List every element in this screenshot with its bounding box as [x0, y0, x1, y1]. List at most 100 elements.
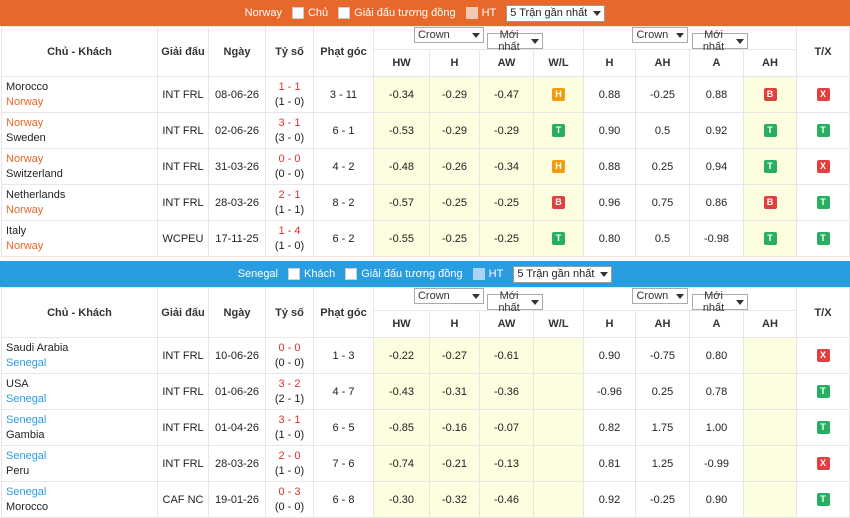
bottom-select-value: 5 Trận gần nhất	[517, 268, 595, 280]
checkbox-icon[interactable]	[291, 7, 304, 19]
home-odds: -0.96	[583, 373, 636, 410]
score-cell[interactable]: 1 - 1 (1 - 0)	[265, 76, 314, 113]
home-odds: 0.81	[583, 445, 636, 482]
checkbox-icon[interactable]	[465, 7, 478, 19]
away-team[interactable]: Senegal	[6, 356, 157, 371]
home-team[interactable]: Norway	[6, 116, 157, 131]
bottom-opt1-toggle[interactable]: Khách	[288, 268, 335, 280]
home-team[interactable]: Netherlands	[6, 188, 157, 203]
odds-time-select[interactable]: Mới nhất	[691, 29, 748, 53]
score-cell[interactable]: 0 - 0 (0 - 0)	[265, 337, 314, 374]
bottom-match-count-select[interactable]: 5 Trận gần nhất	[513, 265, 613, 283]
ah-badge: T	[763, 124, 777, 137]
top-match-count-select[interactable]: 5 Trận gần nhất	[506, 4, 606, 22]
score-cell[interactable]: 3 - 1 (3 - 0)	[265, 112, 314, 149]
half-time-score: (0 - 0)	[274, 500, 305, 513]
away-team[interactable]: Sweden	[6, 131, 157, 146]
odds-time-select[interactable]: Mới nhất	[691, 290, 748, 314]
home-team[interactable]: Senegal	[6, 485, 157, 500]
checkbox-icon[interactable]	[472, 268, 485, 280]
col-tx: T/X	[796, 287, 850, 338]
h-odds: -0.25	[429, 220, 480, 257]
match-teams: Norway Switzerland	[1, 148, 158, 185]
h-odds: -0.29	[429, 76, 480, 113]
ah-result-cell	[743, 373, 797, 410]
bookmaker-select[interactable]: Crown	[413, 288, 484, 304]
odds-time-select[interactable]: Mới nhất	[487, 290, 544, 314]
checkbox-icon[interactable]	[338, 7, 351, 19]
tx-cell: T	[796, 184, 850, 221]
away-odds: 0.80	[689, 337, 744, 374]
league-cell: CAF NC	[157, 481, 209, 518]
home-team[interactable]: Senegal	[6, 449, 157, 464]
away-team[interactable]: Senegal	[6, 392, 157, 407]
chevron-down-icon	[600, 271, 609, 277]
score-cell[interactable]: 2 - 0 (1 - 0)	[265, 445, 314, 482]
checkbox-icon[interactable]	[345, 268, 358, 280]
handicap-cell: -0.75	[635, 337, 690, 374]
league-cell: INT FRL	[157, 373, 209, 410]
match-teams: Netherlands Norway	[1, 184, 158, 221]
home-team[interactable]: Norway	[6, 152, 157, 167]
date-cell: 08-06-26	[208, 76, 266, 113]
odds-time-select[interactable]: Mới nhất	[487, 29, 544, 53]
score-cell[interactable]: 0 - 3 (0 - 0)	[265, 481, 314, 518]
date-cell: 28-03-26	[208, 184, 266, 221]
tx-cell: X	[796, 337, 850, 374]
home-team[interactable]: Morocco	[6, 80, 157, 95]
date-cell: 31-03-26	[208, 148, 266, 185]
aw-odds: -0.25	[479, 220, 534, 257]
chevron-down-icon	[676, 32, 685, 38]
bookmaker-select[interactable]: Crown	[413, 27, 484, 43]
handicap-cell: -0.25	[635, 481, 690, 518]
bottom-opt3-toggle[interactable]: HT	[472, 268, 503, 280]
away-odds: 0.94	[689, 148, 744, 185]
top-opt2-toggle[interactable]: Giải đấu tương đồng	[338, 7, 456, 19]
away-team[interactable]: Morocco	[6, 500, 157, 515]
handicap-cell: 0.75	[635, 184, 690, 221]
wl-badge: H	[552, 160, 565, 173]
top-opt3-toggle[interactable]: HT	[465, 7, 496, 19]
bookmaker-select[interactable]: Crown	[632, 288, 689, 304]
bookmaker-select[interactable]: Crown	[632, 27, 689, 43]
col-league: Giải đấu	[157, 287, 209, 338]
aw-odds: -0.36	[479, 373, 534, 410]
score-cell[interactable]: 3 - 2 (2 - 1)	[265, 373, 314, 410]
full-time-score: 0 - 3	[278, 485, 301, 498]
away-team[interactable]: Switzerland	[6, 167, 157, 182]
wl-cell	[533, 337, 584, 374]
corner-cell: 6 - 1	[313, 112, 374, 149]
chevron-down-icon	[471, 32, 480, 38]
home-team[interactable]: Italy	[6, 224, 157, 239]
away-team[interactable]: Gambia	[6, 428, 157, 443]
score-cell[interactable]: 2 - 1 (1 - 1)	[265, 184, 314, 221]
col-ah-result: AH	[743, 49, 797, 77]
aw-odds: -0.29	[479, 112, 534, 149]
away-team[interactable]: Norway	[6, 95, 157, 110]
home-team[interactable]: Senegal	[6, 413, 157, 428]
top-opt1-toggle[interactable]: Chủ	[291, 7, 328, 19]
away-team[interactable]: Norway	[6, 203, 157, 218]
tx-badge: T	[816, 232, 830, 245]
handicap-cell: -0.25	[635, 76, 690, 113]
match-teams: Senegal Morocco	[1, 481, 158, 518]
checkbox-icon[interactable]	[288, 268, 300, 280]
home-team[interactable]: Saudi Arabia	[6, 341, 157, 356]
score-cell[interactable]: 1 - 4 (1 - 0)	[265, 220, 314, 257]
tx-badge: X	[816, 457, 830, 470]
ah-badge: B	[763, 196, 777, 209]
away-team[interactable]: Norway	[6, 239, 157, 254]
tx-badge: X	[816, 160, 830, 173]
bottom-opt2-toggle[interactable]: Giải đấu tương đồng	[345, 268, 463, 280]
col-score: Tỷ số	[265, 26, 314, 77]
home-team[interactable]: USA	[6, 377, 157, 392]
date-cell: 01-06-26	[208, 373, 266, 410]
top-results-table: Chủ - Khách Giải đấu Ngày Tỷ số Phạt góc…	[1, 26, 850, 257]
score-cell[interactable]: 0 - 0 (0 - 0)	[265, 148, 314, 185]
score-cell[interactable]: 3 - 1 (1 - 0)	[265, 409, 314, 446]
away-team[interactable]: Peru	[6, 464, 157, 479]
wl-cell: T	[533, 220, 584, 257]
tx-badge: T	[816, 493, 830, 506]
odds1-selectors: Crown Mới nhất	[373, 287, 584, 314]
tx-badge: T	[816, 421, 830, 434]
